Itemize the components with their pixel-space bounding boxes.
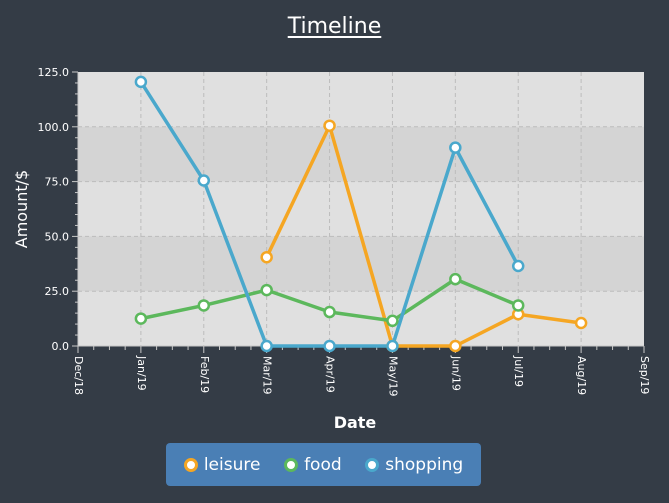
y-tick-label: 125.0 [38,66,70,79]
x-tick-label: Jul/19 [512,355,525,387]
x-tick-label: Sep/19 [638,356,651,394]
data-point-shopping [511,259,525,273]
data-point-shopping [323,339,336,353]
x-tick-label: Jun/19 [449,355,462,391]
legend: leisure food shopping [166,443,481,486]
legend-marker-icon [365,457,380,472]
x-tick-label: Mar/19 [261,356,274,394]
data-point-shopping [260,339,273,353]
plot-area [78,72,644,346]
data-point-shopping [386,339,399,353]
data-point-shopping [197,174,211,187]
data-point-leisure [260,250,273,264]
data-point-food [134,312,148,325]
y-tick-label: 100.0 [38,121,70,134]
legend-marker-icon [284,457,299,472]
data-point-leisure [574,316,588,330]
legend-item-shopping[interactable]: shopping [365,455,463,475]
plot-band [78,126,644,182]
legend-item-food[interactable]: food [284,455,342,475]
data-point-shopping [134,75,148,89]
y-tick-label: 50.0 [45,230,70,243]
line-chart: 0.0 25.0 50.0 75.0 100.0 125.0 Dec/18 Jan/19 Feb… [12,66,651,432]
x-axis-label: Date [334,413,377,432]
x-tick-label: Aug/19 [575,356,588,395]
data-point-shopping [449,141,462,154]
x-tick-label: Jan/19 [135,355,148,391]
y-tick-label: 0.0 [52,340,70,353]
legend-label: shopping [385,454,464,475]
y-tick-label: 25.0 [45,285,70,298]
y-tick-label: 75.0 [45,176,70,189]
data-point-food [197,299,211,312]
x-tick-label: Feb/19 [198,356,211,393]
data-point-food [386,314,399,328]
legend-label: leisure [203,454,261,475]
data-point-food [449,272,462,286]
x-tick-label: Dec/18 [72,356,85,395]
legend-item-leisure[interactable]: leisure [183,454,261,475]
x-tick-label: Apr/19 [324,356,337,393]
y-axis-label: Amount/$ [12,170,31,248]
legend-label: food [304,454,342,475]
data-point-food [260,283,273,297]
data-point-leisure [449,339,462,353]
data-point-food [511,299,525,312]
data-point-leisure [323,119,336,132]
legend-marker-icon [183,457,198,472]
plot-band [78,236,644,292]
x-tick-label: May/19 [386,356,399,396]
data-point-food [323,305,336,319]
